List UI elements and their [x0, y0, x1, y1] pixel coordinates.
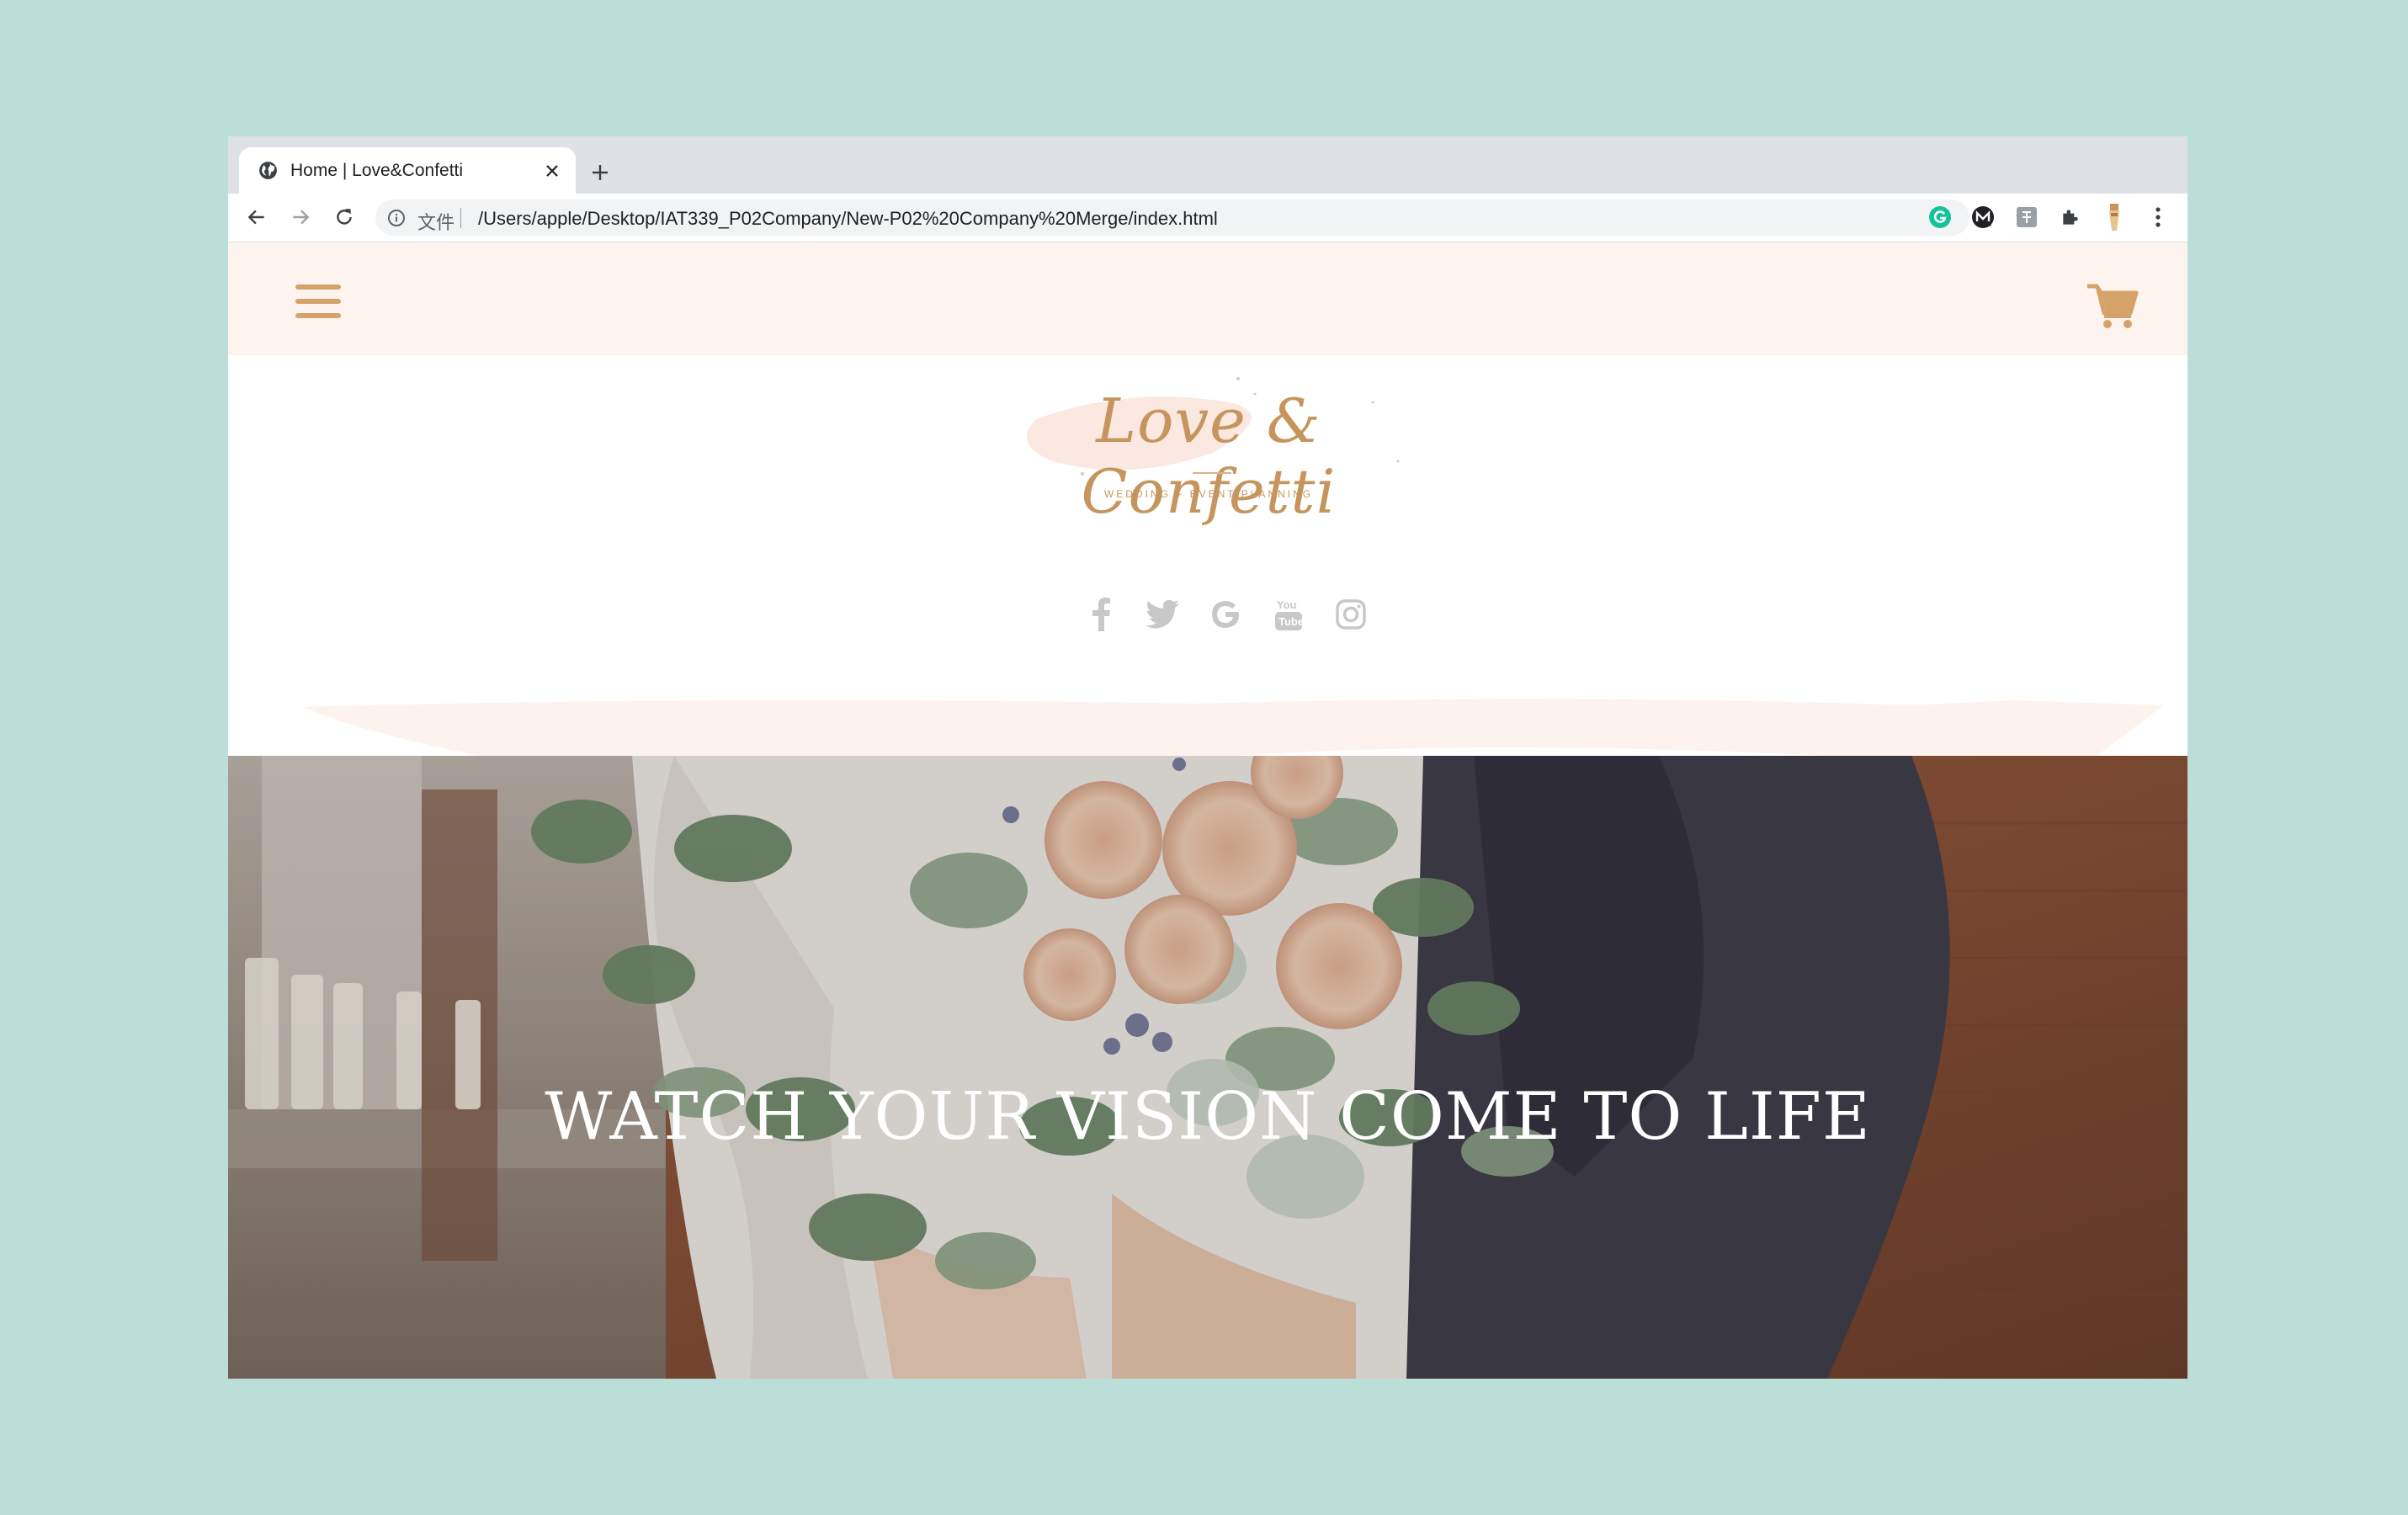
extension-gray-icon[interactable]	[2014, 205, 2039, 230]
back-button[interactable]	[242, 202, 272, 232]
google-icon[interactable]	[1207, 596, 1244, 633]
hero-headline: WATCH YOUR VISION COME TO LIFE	[545, 1079, 1871, 1155]
reload-icon	[337, 209, 352, 225]
site-navbar	[228, 242, 2187, 355]
grammarly-extension-icon[interactable]	[1927, 205, 1953, 230]
svg-text:You: You	[1277, 598, 1297, 611]
arrow-right-icon	[293, 210, 310, 225]
arrow-left-icon	[247, 210, 264, 225]
website-viewport: Love & Confetti WEDDING + EVENT PLANNING…	[228, 242, 2187, 1379]
extension-m-icon[interactable]	[1970, 205, 1996, 230]
tab-home[interactable]: Home | Love&Confetti	[239, 147, 576, 194]
hero-banner: WATCH YOUR VISION COME TO LIFE	[228, 756, 2187, 1379]
browser-toolbar: 文件 /Users/apple/Desktop/IAT339_P02Compan…	[228, 194, 2187, 242]
url-text[interactable]: /Users/apple/Desktop/IAT339_P02Company/N…	[478, 208, 1218, 230]
svg-text:Tube: Tube	[1278, 615, 1304, 628]
instagram-icon[interactable]	[1332, 596, 1369, 633]
more-menu-icon[interactable]	[2145, 205, 2171, 230]
globe-icon	[258, 160, 279, 181]
shopping-cart-icon[interactable]	[2086, 281, 2140, 330]
twitter-icon[interactable]	[1144, 596, 1181, 633]
logo-tagline: WEDDING + EVENT PLANNING	[1103, 488, 1314, 500]
youtube-icon[interactable]: You Tube	[1270, 596, 1307, 633]
wedding-bouquet-photo	[228, 756, 2187, 1379]
new-tab-button[interactable]	[582, 155, 618, 190]
address-bar[interactable]: 文件 /Users/apple/Desktop/IAT339_P02Compan…	[375, 199, 2034, 236]
profile-avatar-icon[interactable]	[2102, 204, 2127, 231]
logo-divider	[1193, 472, 1231, 474]
reload-button[interactable]	[329, 202, 359, 232]
scheme-label: 文件	[417, 213, 455, 234]
hamburger-menu-icon[interactable]	[295, 284, 343, 320]
tab-title: Home | Love&Confetti	[290, 160, 464, 180]
info-icon[interactable]	[385, 207, 407, 229]
decorative-brush-strip	[304, 699, 2164, 756]
hamburger-line	[295, 284, 341, 290]
social-links: You Tube	[228, 596, 2187, 638]
logo-wordmark: Love & Confetti	[1081, 385, 1337, 527]
hamburger-line	[295, 299, 341, 304]
browser-window: Home | Love&Confetti 文件 /Users/apple/Des…	[228, 136, 2187, 1379]
plus-icon	[593, 165, 608, 180]
tab-strip: Home | Love&Confetti	[228, 136, 2187, 194]
puzzle-extensions-icon[interactable]	[2058, 205, 2083, 230]
site-logo[interactable]: Love & Confetti WEDDING + EVENT PLANNING	[1002, 369, 1415, 527]
hamburger-line	[295, 313, 341, 318]
forward-button[interactable]	[285, 202, 316, 232]
close-tab-icon[interactable]	[542, 161, 562, 181]
omnibox-divider	[460, 208, 461, 228]
facebook-icon[interactable]	[1082, 596, 1119, 633]
